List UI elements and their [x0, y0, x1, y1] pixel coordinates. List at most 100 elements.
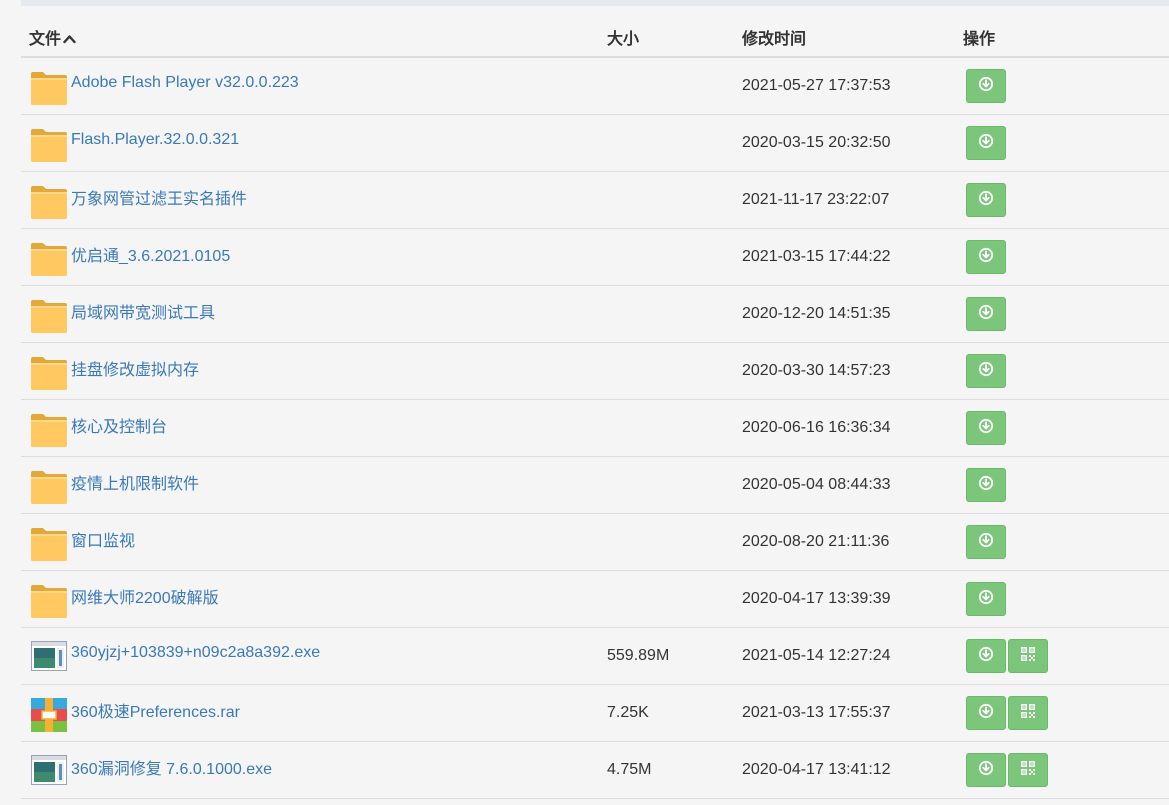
row-actions: [966, 297, 1006, 331]
download-button[interactable]: [966, 696, 1006, 730]
file-name-cell: 万象网管过滤王实名插件: [31, 172, 247, 228]
file-name-cell: 疫情上机限制软件: [31, 457, 199, 513]
file-name-link[interactable]: 360极速Preferences.rar: [71, 698, 240, 722]
exe-file-icon: [31, 641, 67, 675]
download-button[interactable]: [966, 525, 1006, 559]
file-size: 559.89M: [607, 647, 670, 664]
qrcode-button[interactable]: [1008, 753, 1048, 787]
file-name-link[interactable]: Adobe Flash Player v32.0.0.223: [71, 74, 299, 92]
download-button[interactable]: [966, 582, 1006, 616]
file-name-link[interactable]: 360漏洞修复 7.6.0.1000.exe: [71, 755, 272, 779]
file-name-link[interactable]: 核心及控制台: [71, 413, 167, 437]
download-button[interactable]: [966, 753, 1006, 787]
file-name-link[interactable]: 网维大师2200破解版: [71, 584, 219, 608]
download-button[interactable]: [966, 297, 1006, 331]
download-icon: [978, 76, 994, 97]
download-icon: [978, 760, 994, 781]
row-actions: [966, 639, 1048, 673]
modified-time: 2021-05-27 17:37:53: [742, 77, 891, 94]
download-icon: [978, 304, 994, 325]
sort-ascending-icon: [63, 31, 76, 49]
file-name-link[interactable]: 挂盘修改虚拟内存: [71, 356, 199, 380]
file-size: 4.75M: [607, 761, 652, 778]
download-button[interactable]: [966, 639, 1006, 673]
file-name-cell: 360漏洞修复 7.6.0.1000.exe: [31, 742, 272, 798]
table-row: 优启通_3.6.2021.0105 2021-03-15 17:44:22: [21, 229, 1169, 286]
table-row: Adobe Flash Player v32.0.0.223 2021-05-27…: [21, 58, 1169, 115]
file-name-cell: 挂盘修改虚拟内存: [31, 343, 199, 399]
row-actions: [966, 354, 1006, 388]
download-button[interactable]: [966, 468, 1006, 502]
file-name-link[interactable]: 局域网带宽测试工具: [71, 299, 215, 323]
row-actions: [966, 69, 1006, 103]
download-icon: [978, 247, 994, 268]
file-name-link[interactable]: 优启通_3.6.2021.0105: [71, 242, 230, 266]
qrcode-button[interactable]: [1008, 639, 1048, 673]
qrcode-button[interactable]: [1008, 696, 1048, 730]
exe-file-icon: [31, 755, 67, 789]
modified-time: 2020-04-17 13:41:12: [742, 761, 891, 778]
folder-icon: [31, 128, 67, 162]
file-name-cell: Flash.Player.32.0.0.321: [31, 115, 239, 171]
folder-icon: [31, 356, 67, 390]
modified-time: 2021-11-17 23:22:07: [742, 191, 890, 208]
modified-time: 2020-04-17 13:39:39: [742, 590, 891, 607]
modified-time: 2021-05-14 12:27:24: [742, 647, 891, 664]
download-icon: [978, 532, 994, 553]
table-row: 挂盘修改虚拟内存 2020-03-30 14:57:23: [21, 343, 1169, 400]
download-icon: [978, 361, 994, 382]
row-actions: [966, 696, 1048, 730]
download-button[interactable]: [966, 240, 1006, 274]
download-button[interactable]: [966, 411, 1006, 445]
row-actions: [966, 126, 1006, 160]
row-actions: [966, 468, 1006, 502]
table-header: 文件 大小 修改时间 操作: [21, 13, 1169, 58]
table-row: 局域网带宽测试工具 2020-12-20 14:51:35: [21, 286, 1169, 343]
file-name-cell: 网维大师2200破解版: [31, 571, 219, 627]
folder-icon: [31, 71, 67, 105]
folder-icon: [31, 299, 67, 333]
download-button[interactable]: [966, 354, 1006, 388]
download-button[interactable]: [966, 126, 1006, 160]
sort-by-name-header[interactable]: 文件: [29, 25, 76, 49]
file-name-link[interactable]: 万象网管过滤王实名插件: [71, 185, 247, 209]
folder-icon: [31, 527, 67, 561]
download-button[interactable]: [966, 69, 1006, 103]
modified-time-column-header: 修改时间: [742, 31, 807, 48]
modified-time: 2020-05-04 08:44:33: [742, 476, 891, 493]
download-icon: [978, 589, 994, 610]
row-actions: [966, 411, 1006, 445]
folder-icon: [31, 470, 67, 504]
download-icon: [978, 190, 994, 211]
row-actions: [966, 525, 1006, 559]
modified-time: 2020-03-30 14:57:23: [742, 362, 891, 379]
modified-time: 2020-12-20 14:51:35: [742, 305, 891, 322]
size-column-header: 大小: [607, 31, 640, 48]
row-actions: [966, 183, 1006, 217]
modified-time: 2020-08-20 21:11:36: [742, 533, 890, 550]
download-icon: [978, 133, 994, 154]
name-column-label: 文件: [29, 31, 62, 48]
table-row: 360极速Preferences.rar 7.25K 2021-03-13 17:5…: [21, 685, 1169, 742]
folder-icon: [31, 584, 67, 618]
table-row: Flash.Player.32.0.0.321 2020-03-15 20:32:…: [21, 115, 1169, 172]
download-button[interactable]: [966, 183, 1006, 217]
file-name-link[interactable]: Flash.Player.32.0.0.321: [71, 131, 239, 149]
download-icon: [978, 703, 994, 724]
row-actions: [966, 753, 1048, 787]
modified-time: 2021-03-15 17:44:22: [742, 248, 891, 265]
file-name-cell: 局域网带宽测试工具: [31, 286, 215, 342]
folder-icon: [31, 185, 67, 219]
qrcode-icon: [1020, 760, 1036, 781]
file-name-link[interactable]: 360yjzj+103839+n09c2a8a392.exe: [71, 644, 320, 662]
file-name-cell: 窗口监视: [31, 514, 135, 570]
modified-time: 2021-03-13 17:55:37: [742, 704, 891, 721]
modified-time: 2020-03-15 20:32:50: [742, 134, 891, 151]
file-name-link[interactable]: 疫情上机限制软件: [71, 470, 199, 494]
download-icon: [978, 646, 994, 667]
table-row: 万象网管过滤王实名插件 2021-11-17 23:22:07: [21, 172, 1169, 229]
folder-icon: [31, 242, 67, 276]
file-size: 7.25K: [607, 704, 649, 721]
file-name-link[interactable]: 窗口监视: [71, 527, 135, 551]
folder-icon: [31, 413, 67, 447]
